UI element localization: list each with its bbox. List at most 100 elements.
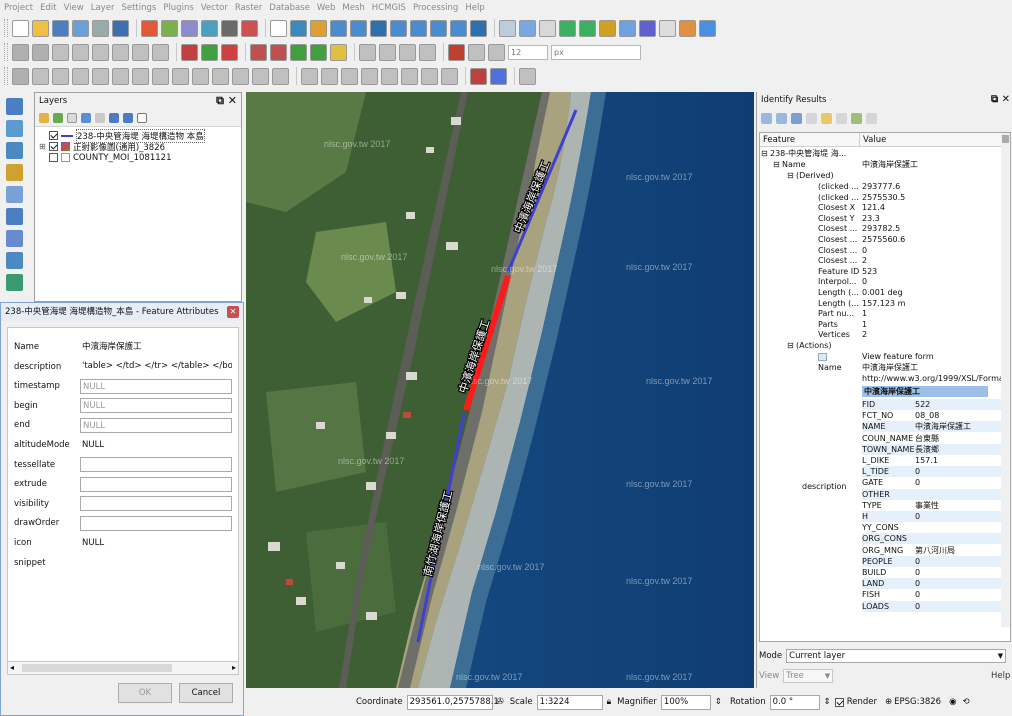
toolbar-tool-icon[interactable] (401, 67, 418, 85)
toolbar-tool-icon[interactable] (241, 19, 258, 37)
add-layer-icon[interactable] (6, 230, 23, 247)
toolbar-tool-icon[interactable] (270, 43, 287, 61)
toolbar-tool-icon[interactable] (132, 67, 149, 85)
copy-icon[interactable] (836, 112, 847, 124)
scroll-right-icon[interactable]: ▸ (232, 663, 236, 672)
toolbar-tool-icon[interactable] (430, 19, 447, 37)
attribute-value-field[interactable] (80, 555, 232, 570)
tree-derived-row[interactable]: Vertices 2 (760, 330, 1010, 340)
toolbar-tool-icon[interactable] (232, 67, 249, 85)
toolbar-tool-icon[interactable] (92, 67, 109, 85)
magnifier-field[interactable]: 100% (660, 694, 711, 710)
toolbar-tool-icon[interactable] (52, 67, 69, 85)
menu-vector[interactable]: Vector (201, 3, 228, 13)
menu-database[interactable]: Database (269, 3, 310, 13)
label-unit-select[interactable]: px (551, 44, 641, 60)
collapse-icon[interactable]: ⊟ (761, 149, 768, 159)
toolbar-tool-icon[interactable] (112, 43, 129, 61)
toolbar-grip[interactable] (4, 19, 8, 37)
toolbar-tool-icon[interactable] (152, 67, 169, 85)
eye-icon[interactable] (67, 112, 77, 123)
toolbar-tool-icon[interactable] (519, 67, 536, 85)
toolbar-tool-icon[interactable] (32, 67, 49, 85)
tree-derived-row[interactable]: (clicked ... 293777.6 (760, 182, 1010, 192)
toolbar-tool-icon[interactable] (330, 43, 347, 61)
toolbar-tool-icon[interactable] (699, 19, 716, 37)
horizontal-scrollbar[interactable]: ◂ ▸ (7, 661, 239, 675)
toolbar-tool-icon[interactable] (192, 67, 209, 85)
vertical-scrollbar[interactable] (1001, 133, 1010, 627)
tree-derived-row[interactable]: Length (... 0.001 deg (760, 288, 1010, 298)
toolbar-tool-icon[interactable] (488, 43, 505, 61)
tree-derived-row[interactable]: Part nu... 1 (760, 309, 1010, 319)
tree-attribute-row[interactable]: Name 中濱海岸保護工 (760, 363, 1010, 373)
toolbar-tool-icon[interactable] (112, 67, 129, 85)
attribute-value-field[interactable]: 'table> </td> </tr> </table> </bo( (80, 359, 232, 374)
tree-derived-row[interactable]: Closest ... 0 (760, 246, 1010, 256)
toolbar-tool-icon[interactable] (272, 67, 289, 85)
toolbar-tool-icon[interactable] (132, 43, 149, 61)
expand-icon[interactable]: ⊞ (39, 142, 47, 151)
tree-feature-node[interactable]: ⊟ Name 中濱海岸保護工 (760, 160, 1010, 170)
attribute-value-field[interactable]: NULL (80, 438, 232, 453)
tree-derived-row[interactable]: Closest X 121.4 (760, 203, 1010, 213)
add-layer-icon[interactable] (6, 164, 23, 181)
scroll-left-icon[interactable]: ◂ (10, 663, 14, 672)
rotation-field[interactable]: 0.0 ° (769, 694, 820, 710)
print-icon[interactable] (851, 112, 862, 124)
toolbar-tool-icon[interactable] (172, 67, 189, 85)
layer-item[interactable]: 238-中央管海堤 海堤構造物 本島 (35, 128, 241, 143)
toolbar-tool-icon[interactable] (450, 19, 467, 37)
collapse-icon[interactable]: ⊟ (787, 171, 794, 181)
menu-mesh[interactable]: Mesh (342, 3, 364, 13)
tree-derived-row[interactable]: Closest Y 23.3 (760, 214, 1010, 224)
globe-icon[interactable]: ⊕ (885, 697, 892, 707)
view-feature-form-action[interactable]: View feature form (760, 352, 1010, 362)
identify-settings-icon[interactable] (866, 112, 877, 124)
toolbar-tool-icon[interactable] (270, 19, 287, 37)
attribute-value-field[interactable]: NULL (80, 398, 232, 414)
extents-toggle-icon[interactable]: ✇ (497, 697, 504, 707)
toolbar-tool-icon[interactable] (599, 19, 616, 37)
map-canvas[interactable]: nlsc.gov.tw 2017 nlsc.gov.tw 2017 nlsc.g… (246, 92, 754, 688)
toolbar-tool-icon[interactable] (679, 19, 696, 37)
toolbar-tool-icon[interactable] (419, 43, 436, 61)
toolbar-tool-icon[interactable] (470, 67, 487, 85)
toolbar-tool-icon[interactable] (379, 43, 396, 61)
toolbar-tool-icon[interactable] (330, 19, 347, 37)
clear-results-icon[interactable] (806, 112, 817, 124)
identify-results-tree[interactable]: Feature Value ⊟ 238-中央管海堤 海... ⊟ Name 中濱海岸保護… (759, 132, 1011, 642)
toolbar-tool-icon[interactable] (519, 19, 536, 37)
add-layer-icon[interactable] (6, 186, 23, 203)
tree-derived-row[interactable]: Feature ID 523 (760, 267, 1010, 277)
toolbar-tool-icon[interactable] (559, 19, 576, 37)
attribute-value-field[interactable] (80, 476, 232, 492)
ok-button[interactable]: OK (118, 683, 172, 703)
toolbar-tool-icon[interactable] (141, 19, 158, 37)
toolbar-tool-icon[interactable] (390, 19, 407, 37)
toolbar-tool-icon[interactable] (579, 19, 596, 37)
toolbar-tool-icon[interactable] (12, 67, 29, 85)
layer-item[interactable]: COUNTY_MOI_1081121 (35, 152, 241, 163)
add-layer-icon[interactable] (6, 142, 23, 159)
toolbar-tool-icon[interactable] (290, 43, 307, 61)
toolbar-tool-icon[interactable] (421, 67, 438, 85)
menu-plugins[interactable]: Plugins (163, 3, 193, 13)
layer-visibility-checkbox[interactable] (49, 153, 58, 162)
attribute-value-field[interactable]: NULL (80, 417, 232, 433)
tree-derived-row[interactable]: Parts 1 (760, 320, 1010, 330)
messages-icon[interactable]: ◉ (949, 697, 956, 707)
toolbar-tool-icon[interactable] (310, 43, 327, 61)
toolbar-tool-icon[interactable] (441, 67, 458, 85)
spin-icon[interactable]: ⇕ (824, 697, 831, 707)
cancel-button[interactable]: Cancel (179, 683, 233, 703)
expand-new-icon[interactable] (791, 112, 802, 124)
toolbar-tool-icon[interactable] (161, 19, 178, 37)
add-layer-icon[interactable] (6, 120, 23, 137)
toolbar-tool-icon[interactable] (201, 19, 218, 37)
menu-project[interactable]: Project (4, 3, 33, 13)
layer-visibility-checkbox[interactable] (49, 142, 58, 151)
add-layer-icon[interactable] (6, 274, 23, 291)
toolbar-tool-icon[interactable] (212, 67, 229, 85)
toolbar-tool-icon[interactable] (201, 43, 218, 61)
